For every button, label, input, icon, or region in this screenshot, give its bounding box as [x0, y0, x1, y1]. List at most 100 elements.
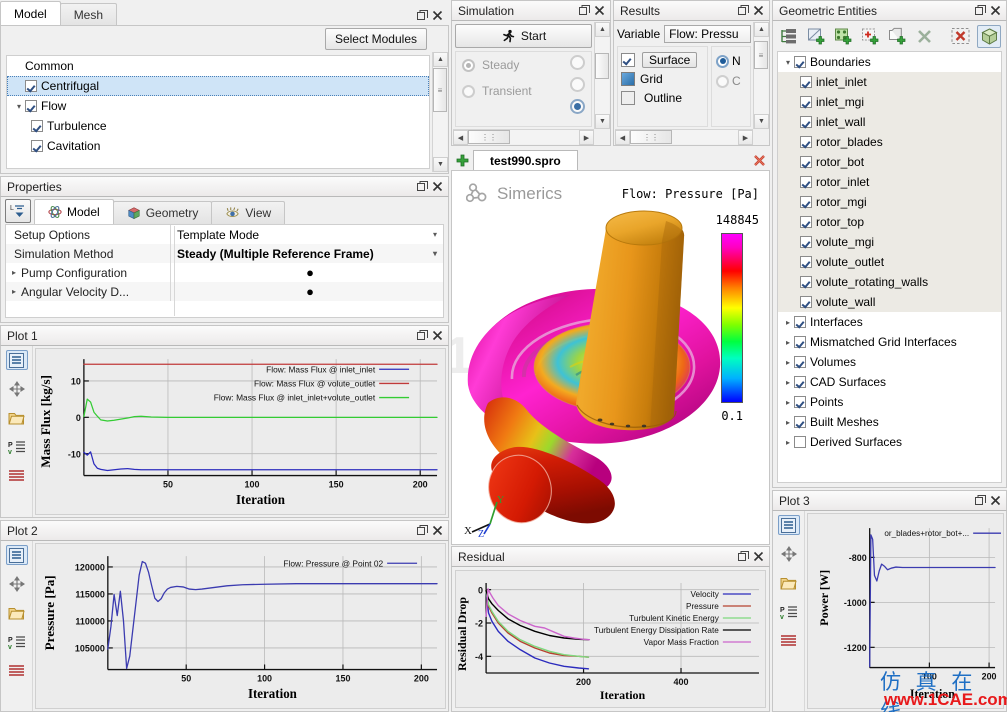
collapse-arrow-icon[interactable]: ▸	[782, 358, 794, 367]
checkbox-volute-wall[interactable]	[800, 296, 812, 308]
tree-row-points[interactable]: ▸ Points	[778, 392, 1001, 412]
properties-icon[interactable]: P v	[778, 602, 800, 622]
tree-row-common[interactable]: Common	[7, 56, 429, 76]
undock-icon[interactable]	[415, 179, 430, 194]
show-solid-icon[interactable]	[977, 24, 1001, 48]
lines-icon[interactable]	[6, 466, 28, 486]
checkbox-surface[interactable]	[621, 52, 635, 67]
scroll-thumb[interactable]: ≡	[433, 68, 447, 112]
swatch-grid[interactable]	[621, 71, 635, 86]
delete-icon[interactable]	[913, 25, 935, 47]
undock-icon[interactable]	[415, 328, 430, 343]
tree-row-rotor-bot[interactable]: rotor_bot	[778, 152, 1001, 172]
variable-select[interactable]: Flow: Pressu	[664, 24, 751, 43]
radio-extra-2[interactable]	[570, 77, 585, 92]
tree-row-built-meshes[interactable]: ▸ Built Meshes	[778, 412, 1001, 432]
scroll-thumb[interactable]: ⋮⋮	[468, 130, 510, 144]
checkbox-flow[interactable]	[25, 100, 37, 112]
scroll-left-button[interactable]: ◀	[615, 130, 630, 145]
scroll-thumb[interactable]: ⋮⋮	[630, 130, 672, 144]
checkbox-mismatched-grid-interfaces[interactable]	[794, 336, 806, 348]
tree-row-derived-surfaces[interactable]: ▸ Derived Surfaces	[778, 432, 1001, 452]
property-row[interactable]: Setup Options Template Mode ▾	[6, 225, 443, 244]
simulation-scrollbar-vertical[interactable]: ▲ ▼	[594, 22, 610, 129]
collapse-arrow-icon[interactable]: ▸	[782, 338, 794, 347]
tree-row-centrifugal[interactable]: Centrifugal	[7, 76, 429, 96]
checkbox-inlet-inlet[interactable]	[800, 76, 812, 88]
checkbox-cavitation[interactable]	[31, 140, 43, 152]
property-row[interactable]: ▸ Angular Velocity D... ●	[6, 282, 443, 301]
tree-row-boundaries[interactable]: ▾ Boundaries	[778, 52, 1001, 72]
geometric-entities-tree[interactable]: ▾ Boundaries inlet_inlet inlet_mgi inlet_wal…	[777, 51, 1002, 483]
checkbox-volumes[interactable]	[794, 356, 806, 368]
start-simulation-button[interactable]: Start	[455, 24, 592, 48]
pan-icon[interactable]	[6, 574, 28, 594]
results-scrollbar-horizontal[interactable]: ◀ ⋮⋮ ▶	[615, 129, 753, 145]
deselect-all-icon[interactable]	[949, 25, 972, 47]
viewport-3d[interactable]: Simerics 1CAE.com	[451, 170, 770, 545]
property-value-select[interactable]: Steady (Multiple Reference Frame) ▾	[171, 244, 443, 263]
tab-mesh[interactable]: Mesh	[59, 3, 118, 26]
close-icon[interactable]	[430, 523, 445, 538]
radio-extra-3[interactable]	[570, 99, 585, 114]
residual-chart[interactable]: 0 -2 -4 200 400 Iteration Residual Drop Velocit…	[455, 570, 766, 708]
checkbox-outline[interactable]	[621, 90, 635, 105]
scroll-left-button[interactable]: ◀	[453, 130, 468, 145]
add-point-icon[interactable]	[859, 25, 881, 47]
scroll-up-button[interactable]: ▲	[595, 22, 610, 37]
level-button[interactable]: L	[5, 199, 31, 223]
model-tree-scrollbar[interactable]: ▲ ≡ ▼	[432, 52, 448, 172]
properties-grid[interactable]: Setup Options Template Mode ▾ Simulation Me…	[5, 224, 444, 318]
scroll-thumb[interactable]: ≡	[754, 41, 768, 69]
checkbox-boundaries[interactable]	[794, 56, 806, 68]
checkbox-inlet-wall[interactable]	[800, 116, 812, 128]
scroll-right-button[interactable]: ▶	[579, 130, 594, 145]
checkbox-rotor-top[interactable]	[800, 216, 812, 228]
tab-model[interactable]: Model	[0, 1, 61, 26]
tab-properties-geometry[interactable]: Geometry	[112, 201, 213, 224]
tree-row-inlet-mgi[interactable]: inlet_mgi	[778, 92, 1001, 112]
checkbox-rotor-inlet[interactable]	[800, 176, 812, 188]
close-icon[interactable]	[430, 328, 445, 343]
tree-row-flow[interactable]: ▾ Flow	[7, 96, 429, 116]
scroll-down-button[interactable]: ▼	[595, 114, 610, 129]
undock-icon[interactable]	[415, 523, 430, 538]
list-tree-icon[interactable]	[778, 25, 800, 47]
tab-properties-model[interactable]: Model	[34, 199, 114, 224]
collapse-arrow-icon[interactable]: ▸	[782, 418, 794, 427]
close-icon[interactable]	[430, 8, 445, 23]
scroll-down-button[interactable]: ▼	[754, 114, 769, 129]
properties-icon[interactable]: P v	[6, 437, 28, 457]
checkbox-rotor-mgi[interactable]	[800, 196, 812, 208]
collapse-arrow-icon[interactable]: ▸	[8, 287, 20, 296]
close-icon[interactable]	[988, 493, 1003, 508]
lines-icon[interactable]	[778, 631, 800, 651]
legend-icon[interactable]	[5, 545, 28, 565]
checkbox-inlet-mgi[interactable]	[800, 96, 812, 108]
radio-extra-1[interactable]	[570, 55, 585, 70]
checkbox-interfaces[interactable]	[794, 316, 806, 328]
collapse-arrow-icon[interactable]: ▸	[782, 438, 794, 447]
chevron-down-icon[interactable]: ▾	[433, 230, 437, 239]
checkbox-built-meshes[interactable]	[794, 416, 806, 428]
close-icon[interactable]	[751, 3, 766, 18]
property-row[interactable]: ▸ Pump Configuration ●	[6, 263, 443, 282]
tree-row-mismatched-grid-interfaces[interactable]: ▸ Mismatched Grid Interfaces	[778, 332, 1001, 352]
tree-row-cad-surfaces[interactable]: ▸ CAD Surfaces	[778, 372, 1001, 392]
expand-arrow-icon[interactable]: ▾	[782, 58, 794, 67]
properties-icon[interactable]: P v	[6, 632, 28, 652]
tree-row-rotor-inlet[interactable]: rotor_inlet	[778, 172, 1001, 192]
collapse-arrow-icon[interactable]: ▸	[782, 398, 794, 407]
pan-icon[interactable]	[778, 544, 800, 564]
tree-row-volumes[interactable]: ▸ Volumes	[778, 352, 1001, 372]
pan-icon[interactable]	[6, 379, 28, 399]
legend-icon[interactable]	[5, 350, 28, 370]
chevron-down-icon[interactable]: ▾	[433, 249, 437, 258]
plot1-chart[interactable]: -10 0 10 50 100 150 200 Iteration Mass Flux [kg/…	[35, 348, 446, 515]
scroll-up-button[interactable]: ▲	[754, 22, 769, 37]
close-icon[interactable]	[988, 3, 1003, 18]
folder-icon[interactable]	[6, 408, 28, 428]
radio-transient[interactable]	[462, 84, 475, 98]
close-icon[interactable]	[430, 179, 445, 194]
tree-row-volute-rotating-walls[interactable]: volute_rotating_walls	[778, 272, 1001, 292]
